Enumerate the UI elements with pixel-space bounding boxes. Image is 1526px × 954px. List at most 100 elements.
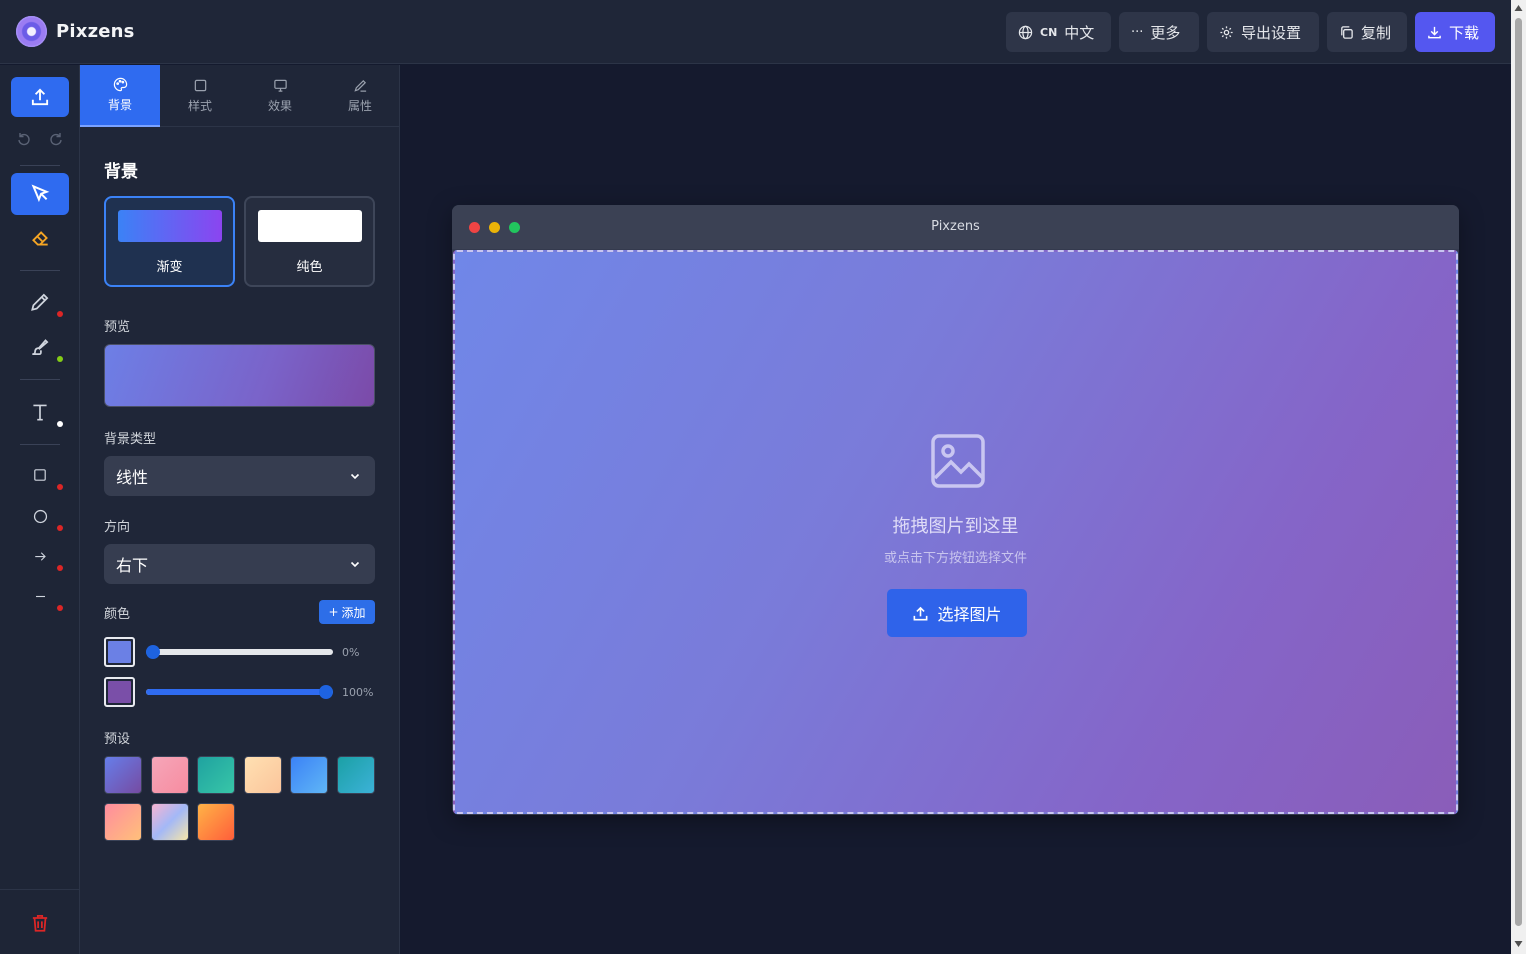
window-titlebar: Pixzens <box>452 205 1459 249</box>
copy-label: 复制 <box>1361 23 1392 42</box>
image-icon <box>931 434 985 488</box>
gradient-option[interactable]: 渐变 <box>104 196 235 287</box>
tab-background[interactable]: 背景 <box>80 65 160 127</box>
download-button[interactable]: 下载 <box>1415 12 1495 52</box>
brush-tool[interactable] <box>11 326 69 368</box>
color-stop-slider[interactable] <box>146 645 333 659</box>
preset-swatch[interactable] <box>290 756 329 794</box>
eraser-tool[interactable] <box>11 217 69 259</box>
undo-icon[interactable] <box>16 131 32 147</box>
preset-swatch[interactable] <box>150 756 189 794</box>
preset-swatch[interactable] <box>337 756 375 794</box>
upload-tool[interactable] <box>11 77 69 117</box>
cursor-icon <box>31 184 50 203</box>
preset-swatch[interactable] <box>197 756 236 794</box>
choose-image-label: 选择图片 <box>937 605 1002 624</box>
tab-label: 效果 <box>267 99 292 113</box>
drop-zone[interactable]: 拖拽图片到这里 或点击下方按钮选择文件 选择图片 <box>453 250 1458 814</box>
scroll-up-icon[interactable] <box>1514 4 1523 12</box>
slider-handle[interactable] <box>146 645 160 659</box>
preset-swatch[interactable] <box>104 803 142 841</box>
chevron-down-icon <box>350 561 360 568</box>
bg-type-select[interactable]: 线性 <box>104 456 375 496</box>
color-stop-position: 100% <box>342 686 374 699</box>
preset-swatch[interactable] <box>150 803 189 841</box>
color-label: 颜色 <box>104 607 131 622</box>
tab-effects[interactable]: 效果 <box>240 65 320 127</box>
export-settings-button[interactable]: 导出设置 <box>1207 12 1319 52</box>
slider-handle[interactable] <box>319 685 333 699</box>
color-stop-slider[interactable] <box>146 685 333 699</box>
color-stop-swatch[interactable] <box>104 677 135 707</box>
text-tool[interactable] <box>11 391 69 433</box>
toolbar-divider <box>0 889 80 890</box>
pencil-icon <box>31 293 49 311</box>
ellipsis-icon: ··· <box>1131 24 1144 40</box>
color-stop-swatch[interactable] <box>104 637 135 667</box>
tab-label: 样式 <box>187 99 212 113</box>
palette-icon <box>113 77 127 92</box>
redo-icon[interactable] <box>48 131 64 147</box>
pen-color-dot <box>57 311 63 317</box>
circle-color-dot <box>57 525 63 531</box>
pen-tool[interactable] <box>11 281 69 323</box>
square-icon <box>194 79 206 92</box>
tool-sidebar <box>0 65 80 954</box>
circle-icon <box>33 509 47 523</box>
text-icon <box>33 404 47 421</box>
pencil-icon <box>353 79 366 92</box>
preset-swatch[interactable] <box>104 756 142 794</box>
toolbar-divider <box>20 379 60 380</box>
brand: Pixzens <box>16 16 135 47</box>
download-icon <box>1428 26 1441 38</box>
scrollbar-thumb[interactable] <box>1515 18 1522 926</box>
select-tool[interactable] <box>11 173 69 215</box>
gear-icon <box>1220 25 1233 39</box>
arrow-tool[interactable] <box>11 535 69 577</box>
circle-tool[interactable] <box>11 495 69 537</box>
slider-fill <box>146 689 326 695</box>
tab-label: 背景 <box>107 98 132 112</box>
eraser-icon <box>32 231 48 246</box>
upload-icon <box>31 88 49 106</box>
tab-style[interactable]: 样式 <box>160 65 240 127</box>
solid-option[interactable]: 纯色 <box>244 196 375 287</box>
choose-image-button[interactable]: 选择图片 <box>887 589 1027 637</box>
app-name: Pixzens <box>56 21 135 42</box>
language-button[interactable]: CN 中文 <box>1006 12 1111 52</box>
color-stop-fill <box>108 681 131 703</box>
top-bar: Pixzens CN 中文 ··· 更多 导出设置 复制 下载 <box>0 0 1511 64</box>
direction-select[interactable]: 右下 <box>104 544 375 584</box>
download-label: 下载 <box>1449 23 1480 42</box>
brush-color-dot <box>57 356 63 362</box>
rectangle-icon <box>34 469 46 481</box>
gradient-option-label: 渐变 <box>156 260 183 275</box>
toolbar-divider <box>20 444 60 445</box>
panel-tabs: 背景 样式 效果 属性 <box>80 65 400 127</box>
preset-swatch[interactable] <box>197 803 236 841</box>
monitor-icon <box>273 79 287 92</box>
text-color-dot <box>57 421 63 427</box>
direction-value: 右下 <box>116 556 149 575</box>
add-color-button[interactable]: + 添加 <box>319 600 375 624</box>
rectangle-tool[interactable] <box>11 454 69 496</box>
brush-icon <box>32 339 49 356</box>
preset-swatch[interactable] <box>243 756 282 794</box>
scroll-down-icon[interactable] <box>1514 940 1523 948</box>
color-stop-fill <box>108 641 131 663</box>
section-title: 背景 <box>104 162 138 182</box>
line-icon <box>35 595 45 597</box>
bg-type-value: 线性 <box>116 468 149 487</box>
more-label: 更多 <box>1150 23 1181 42</box>
solid-option-label: 纯色 <box>296 260 323 275</box>
more-button[interactable]: ··· 更多 <box>1119 12 1199 52</box>
tab-properties[interactable]: 属性 <box>320 65 400 127</box>
line-tool[interactable] <box>11 575 69 617</box>
canvas-stage: Pixzens 拖拽图片到这里 或点击下方按钮选择文件 选择图片 <box>401 65 1511 954</box>
copy-button[interactable]: 复制 <box>1327 12 1407 52</box>
page-scrollbar[interactable] <box>1511 0 1526 954</box>
tab-label: 属性 <box>347 99 372 113</box>
plus-icon: + <box>328 605 339 619</box>
delete-tool[interactable] <box>11 902 69 944</box>
copy-icon <box>1341 25 1353 39</box>
